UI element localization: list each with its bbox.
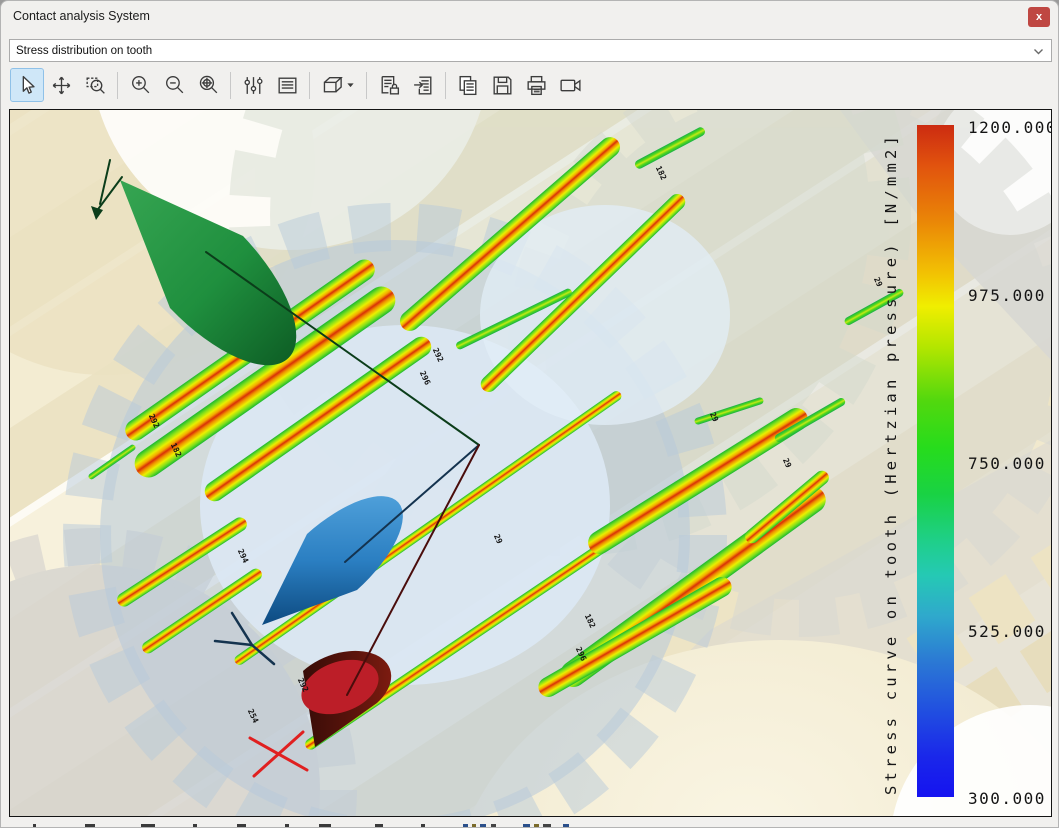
protocol-lock-button[interactable]: [373, 69, 405, 101]
report-text-button[interactable]: [271, 69, 303, 101]
record-video-button[interactable]: [554, 69, 586, 101]
toolbar-separator: [445, 72, 446, 99]
export-document-button[interactable]: [407, 69, 439, 101]
colorbar-tick: 300.000: [968, 789, 1052, 809]
colorbar-tick: 975.000: [968, 286, 1052, 306]
3d-viewport-canvas[interactable]: 29218229429225429229618229182296292929 1…: [9, 109, 1052, 817]
copy-button[interactable]: [452, 69, 484, 101]
view-cube-button[interactable]: [316, 69, 360, 101]
zoom-window-button[interactable]: [79, 69, 111, 101]
zoom-in-button[interactable]: [124, 69, 156, 101]
clipped-status-text: [1, 818, 1059, 828]
titlebar: Contact analysis System x: [1, 1, 1058, 33]
window-title: Contact analysis System: [13, 9, 150, 23]
chevron-down-icon: [1033, 46, 1044, 60]
colorbar-axis-title: Stress curve on tooth (Hertzian pressure…: [878, 110, 904, 816]
toolbar-separator: [230, 72, 231, 99]
colorbar-tick: 1200.000: [968, 118, 1052, 138]
toolbar-separator: [366, 72, 367, 99]
contact-analysis-window: Contact analysis System x Stress distrib…: [0, 0, 1059, 828]
colorbar-tick: 525.000: [968, 622, 1052, 642]
display-settings-button[interactable]: [237, 69, 269, 101]
pan-button[interactable]: [45, 69, 77, 101]
result-selector-value: Stress distribution on tooth: [16, 45, 152, 57]
close-button[interactable]: x: [1028, 7, 1050, 27]
print-button[interactable]: [520, 69, 552, 101]
toolbar: [11, 65, 586, 105]
select-cursor-button[interactable]: [11, 69, 43, 101]
colorbar-gradient: [917, 125, 954, 797]
zoom-out-button[interactable]: [158, 69, 190, 101]
toolbar-separator: [117, 72, 118, 99]
result-selector[interactable]: Stress distribution on tooth: [9, 39, 1052, 62]
toolbar-separator: [309, 72, 310, 99]
save-button[interactable]: [486, 69, 518, 101]
zoom-fit-button[interactable]: [192, 69, 224, 101]
colorbar-tick: 750.000: [968, 454, 1052, 474]
